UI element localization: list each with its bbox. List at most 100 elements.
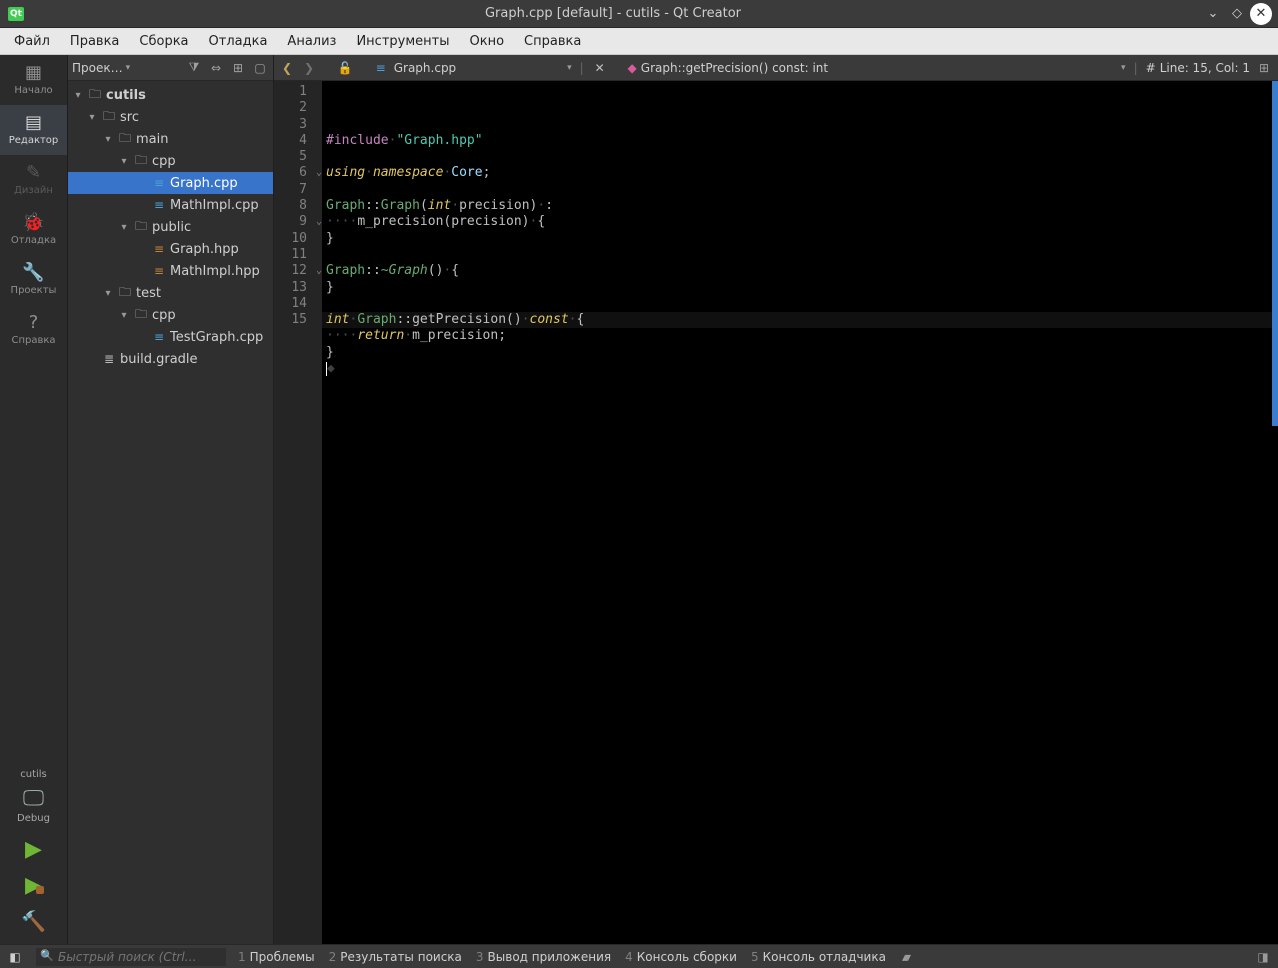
- mode-help[interactable]: ? Справка: [0, 305, 67, 355]
- menu-help[interactable]: Справка: [514, 30, 591, 53]
- mode-bar: ▦ Начало ▤ Редактор ✎ Дизайн 🐞 Отладка 🔧…: [0, 55, 68, 944]
- editor-split-icon[interactable]: ⊞: [1254, 61, 1274, 75]
- monitor-icon[interactable]: 🖵: [23, 786, 44, 811]
- menu-debug[interactable]: Отладка: [199, 30, 278, 53]
- line-number-gutter[interactable]: 123456⌄789⌄101112⌄131415: [274, 81, 322, 944]
- output-pane-tab[interactable]: 2Результаты поиска: [329, 950, 462, 964]
- tree-item-label: Graph.cpp: [170, 176, 238, 191]
- left-pane-toggle-icon[interactable]: ◧: [6, 950, 24, 964]
- window-titlebar: Qt Graph.cpp [default] - cutils - Qt Cre…: [0, 0, 1278, 28]
- chevron-icon[interactable]: ▾: [118, 310, 130, 321]
- code-editor[interactable]: #include·"Graph.hpp" using·namespace·Cor…: [322, 81, 1278, 944]
- project-tree-item[interactable]: ≣ build.gradle: [68, 348, 273, 370]
- tree-item-label: MathImpl.hpp: [170, 264, 260, 279]
- project-tree-item[interactable]: ≡MathImpl.hpp: [68, 260, 273, 282]
- close-pane-icon[interactable]: ▢: [251, 61, 269, 75]
- project-tree-item[interactable]: ≡MathImpl.cpp: [68, 194, 273, 216]
- right-pane-toggle-icon[interactable]: ◨: [1254, 950, 1272, 964]
- mode-label: Справка: [11, 335, 55, 346]
- mode-label: Отладка: [11, 235, 56, 246]
- symbol-combo[interactable]: Graph::getPrecision() const: int: [641, 61, 828, 75]
- pencil-icon: ✎: [26, 164, 41, 182]
- nav-back-icon[interactable]: ❮: [278, 61, 296, 75]
- close-file-icon[interactable]: ✕: [592, 61, 608, 75]
- project-tree-item[interactable]: ▾🗀cpp: [68, 150, 273, 172]
- grid-icon: ▦: [25, 64, 42, 82]
- chevron-down-icon: ▾: [567, 63, 572, 73]
- mode-debug[interactable]: 🐞 Отладка: [0, 205, 67, 255]
- project-tree-item[interactable]: ≡Graph.cpp: [68, 172, 273, 194]
- project-tree-item[interactable]: ≡ TestGraph.cpp: [68, 326, 273, 348]
- link-icon[interactable]: ⇔: [207, 61, 225, 75]
- open-file-combo[interactable]: ≡ Graph.cpp ▾: [372, 61, 572, 75]
- locator-input[interactable]: [36, 948, 226, 966]
- menu-build[interactable]: Сборка: [129, 30, 198, 53]
- line-col-indicator[interactable]: Line: 15, Col: 1: [1160, 61, 1250, 75]
- linecol-hash[interactable]: #: [1146, 61, 1156, 75]
- mode-label: Начало: [14, 85, 52, 96]
- menu-analyze[interactable]: Анализ: [277, 30, 346, 53]
- project-tree[interactable]: ▾🗀cutils▾🗀src▾🗀main▾🗀cpp≡Graph.cpp≡MathI…: [68, 81, 273, 944]
- build-config[interactable]: Debug: [17, 813, 50, 830]
- lock-icon[interactable]: 🔓: [338, 61, 352, 75]
- help-icon: ?: [29, 314, 39, 332]
- tree-item-label: build.gradle: [120, 352, 198, 367]
- current-file: Graph.cpp: [394, 61, 456, 75]
- cpp-file-icon: ≡: [152, 198, 166, 212]
- menu-window[interactable]: Окно: [459, 30, 514, 53]
- tree-item-label: public: [152, 220, 191, 235]
- project-sidebar: Проек…▾ ⧩ ⇔ ⊞ ▢ ▾🗀cutils▾🗀src▾🗀main▾🗀cpp…: [68, 55, 274, 944]
- output-pane-tab[interactable]: 1Проблемы: [238, 950, 315, 964]
- chevron-icon[interactable]: ▾: [86, 112, 98, 123]
- split-icon[interactable]: ⊞: [229, 61, 247, 75]
- project-tree-item[interactable]: ▾🗀src: [68, 106, 273, 128]
- project-tree-item[interactable]: ≡Graph.hpp: [68, 238, 273, 260]
- window-maximize-button[interactable]: ◇: [1226, 3, 1248, 25]
- mode-welcome[interactable]: ▦ Начало: [0, 55, 67, 105]
- filter-icon[interactable]: ⧩: [185, 60, 203, 75]
- project-tree-item[interactable]: ▾🗀cutils: [68, 84, 273, 106]
- run-debug-button[interactable]: ▶: [10, 868, 58, 902]
- editor-icon: ▤: [25, 114, 42, 132]
- chevron-icon[interactable]: ▾: [72, 90, 84, 101]
- mode-label: Редактор: [9, 135, 59, 146]
- mode-projects[interactable]: 🔧 Проекты: [0, 255, 67, 305]
- window-close-button[interactable]: ✕: [1250, 3, 1272, 25]
- chevron-icon[interactable]: ▾: [102, 134, 114, 145]
- project-tree-item[interactable]: ▾🗀cpp: [68, 304, 273, 326]
- mode-design[interactable]: ✎ Дизайн: [0, 155, 67, 205]
- folder-icon: 🗀: [134, 305, 148, 326]
- pane-updown-icon[interactable]: ▴▾: [898, 950, 908, 964]
- window-minimize-button[interactable]: ⌄: [1202, 3, 1224, 25]
- chevron-icon[interactable]: ▾: [118, 156, 130, 167]
- folder-icon: 🗀: [134, 217, 148, 238]
- run-button[interactable]: ▶: [10, 832, 58, 866]
- tree-item-label: TestGraph.cpp: [170, 330, 263, 345]
- folder-icon: 🗀: [134, 151, 148, 172]
- menu-file[interactable]: Файл: [4, 30, 60, 53]
- chevron-icon[interactable]: ▾: [102, 288, 114, 299]
- build-button[interactable]: 🔨: [10, 904, 58, 938]
- folder-icon: 🗀: [88, 85, 102, 106]
- project-tree-item[interactable]: ▾🗀main: [68, 128, 273, 150]
- project-tree-item[interactable]: ▾🗀test: [68, 282, 273, 304]
- kit-name[interactable]: cutils: [20, 765, 47, 784]
- menu-edit[interactable]: Правка: [60, 30, 129, 53]
- output-pane-tab[interactable]: 3Вывод приложения: [476, 950, 611, 964]
- tree-item-label: test: [136, 286, 161, 301]
- menu-bar: Файл Правка Сборка Отладка Анализ Инстру…: [0, 28, 1278, 55]
- project-tree-item[interactable]: ▾ 🗀 public: [68, 216, 273, 238]
- bug-icon: 🐞: [22, 214, 44, 232]
- folder-icon: 🗀: [118, 129, 132, 150]
- mode-editor[interactable]: ▤ Редактор: [0, 105, 67, 155]
- chevron-icon[interactable]: ▾: [118, 222, 130, 233]
- mode-label: Дизайн: [14, 185, 53, 196]
- menu-tools[interactable]: Инструменты: [346, 30, 459, 53]
- cpp-file-icon: ≡: [152, 330, 166, 344]
- nav-fwd-icon[interactable]: ❯: [300, 61, 318, 75]
- folder-icon: 🗀: [102, 107, 116, 128]
- output-pane-tab[interactable]: 5Консоль отладчика: [751, 950, 886, 964]
- sidebar-view-combo[interactable]: Проек…▾: [72, 61, 181, 75]
- output-pane-tab[interactable]: 4Консоль сборки: [625, 950, 737, 964]
- text-file-icon: ≣: [102, 352, 116, 366]
